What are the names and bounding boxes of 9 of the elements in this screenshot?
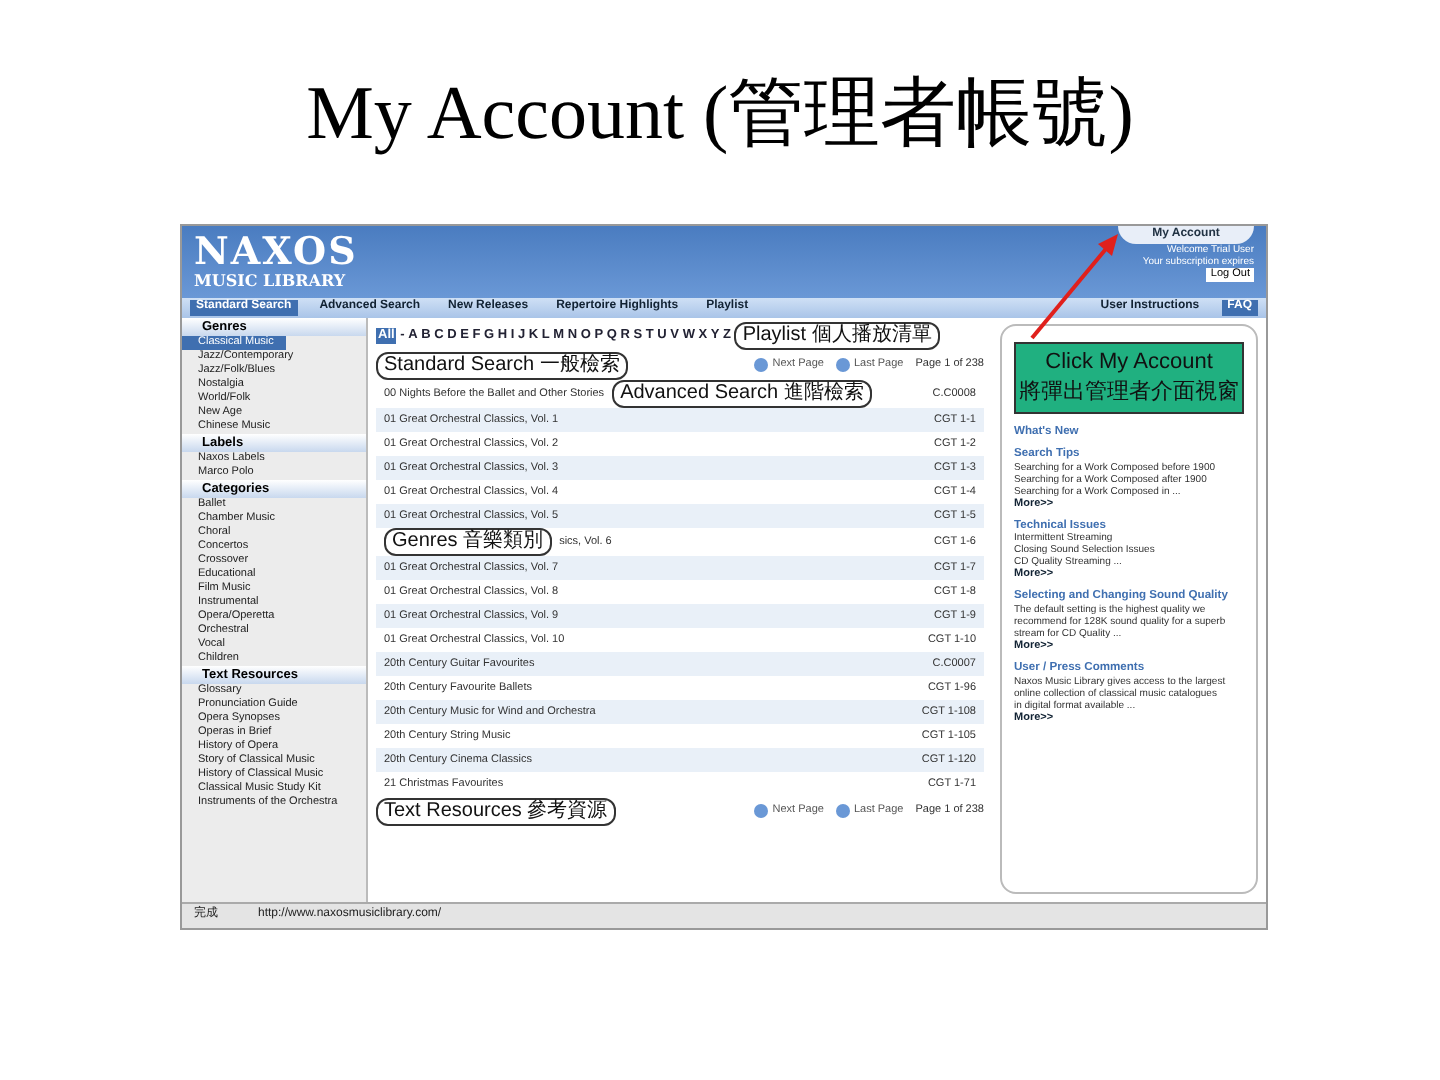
callout-label: Text Resources 參考資源 — [376, 797, 616, 825]
slide-title: My Account (管理者帳號) — [306, 70, 1134, 160]
note-text: 將彈出管理者介面視窗 — [1019, 378, 1239, 408]
callout-label: Standard Search 一般檢索 — [376, 351, 628, 379]
note-text: Click My Account — [1045, 348, 1213, 378]
callout-label: Advanced Search 進階檢索 — [612, 380, 872, 408]
callout-label: Playlist 個人播放清單 — [734, 322, 940, 350]
logo: NAXOS MUSIC LIBRARY — [192, 228, 360, 294]
callout-label: Genres 音樂類別 — [384, 528, 552, 556]
